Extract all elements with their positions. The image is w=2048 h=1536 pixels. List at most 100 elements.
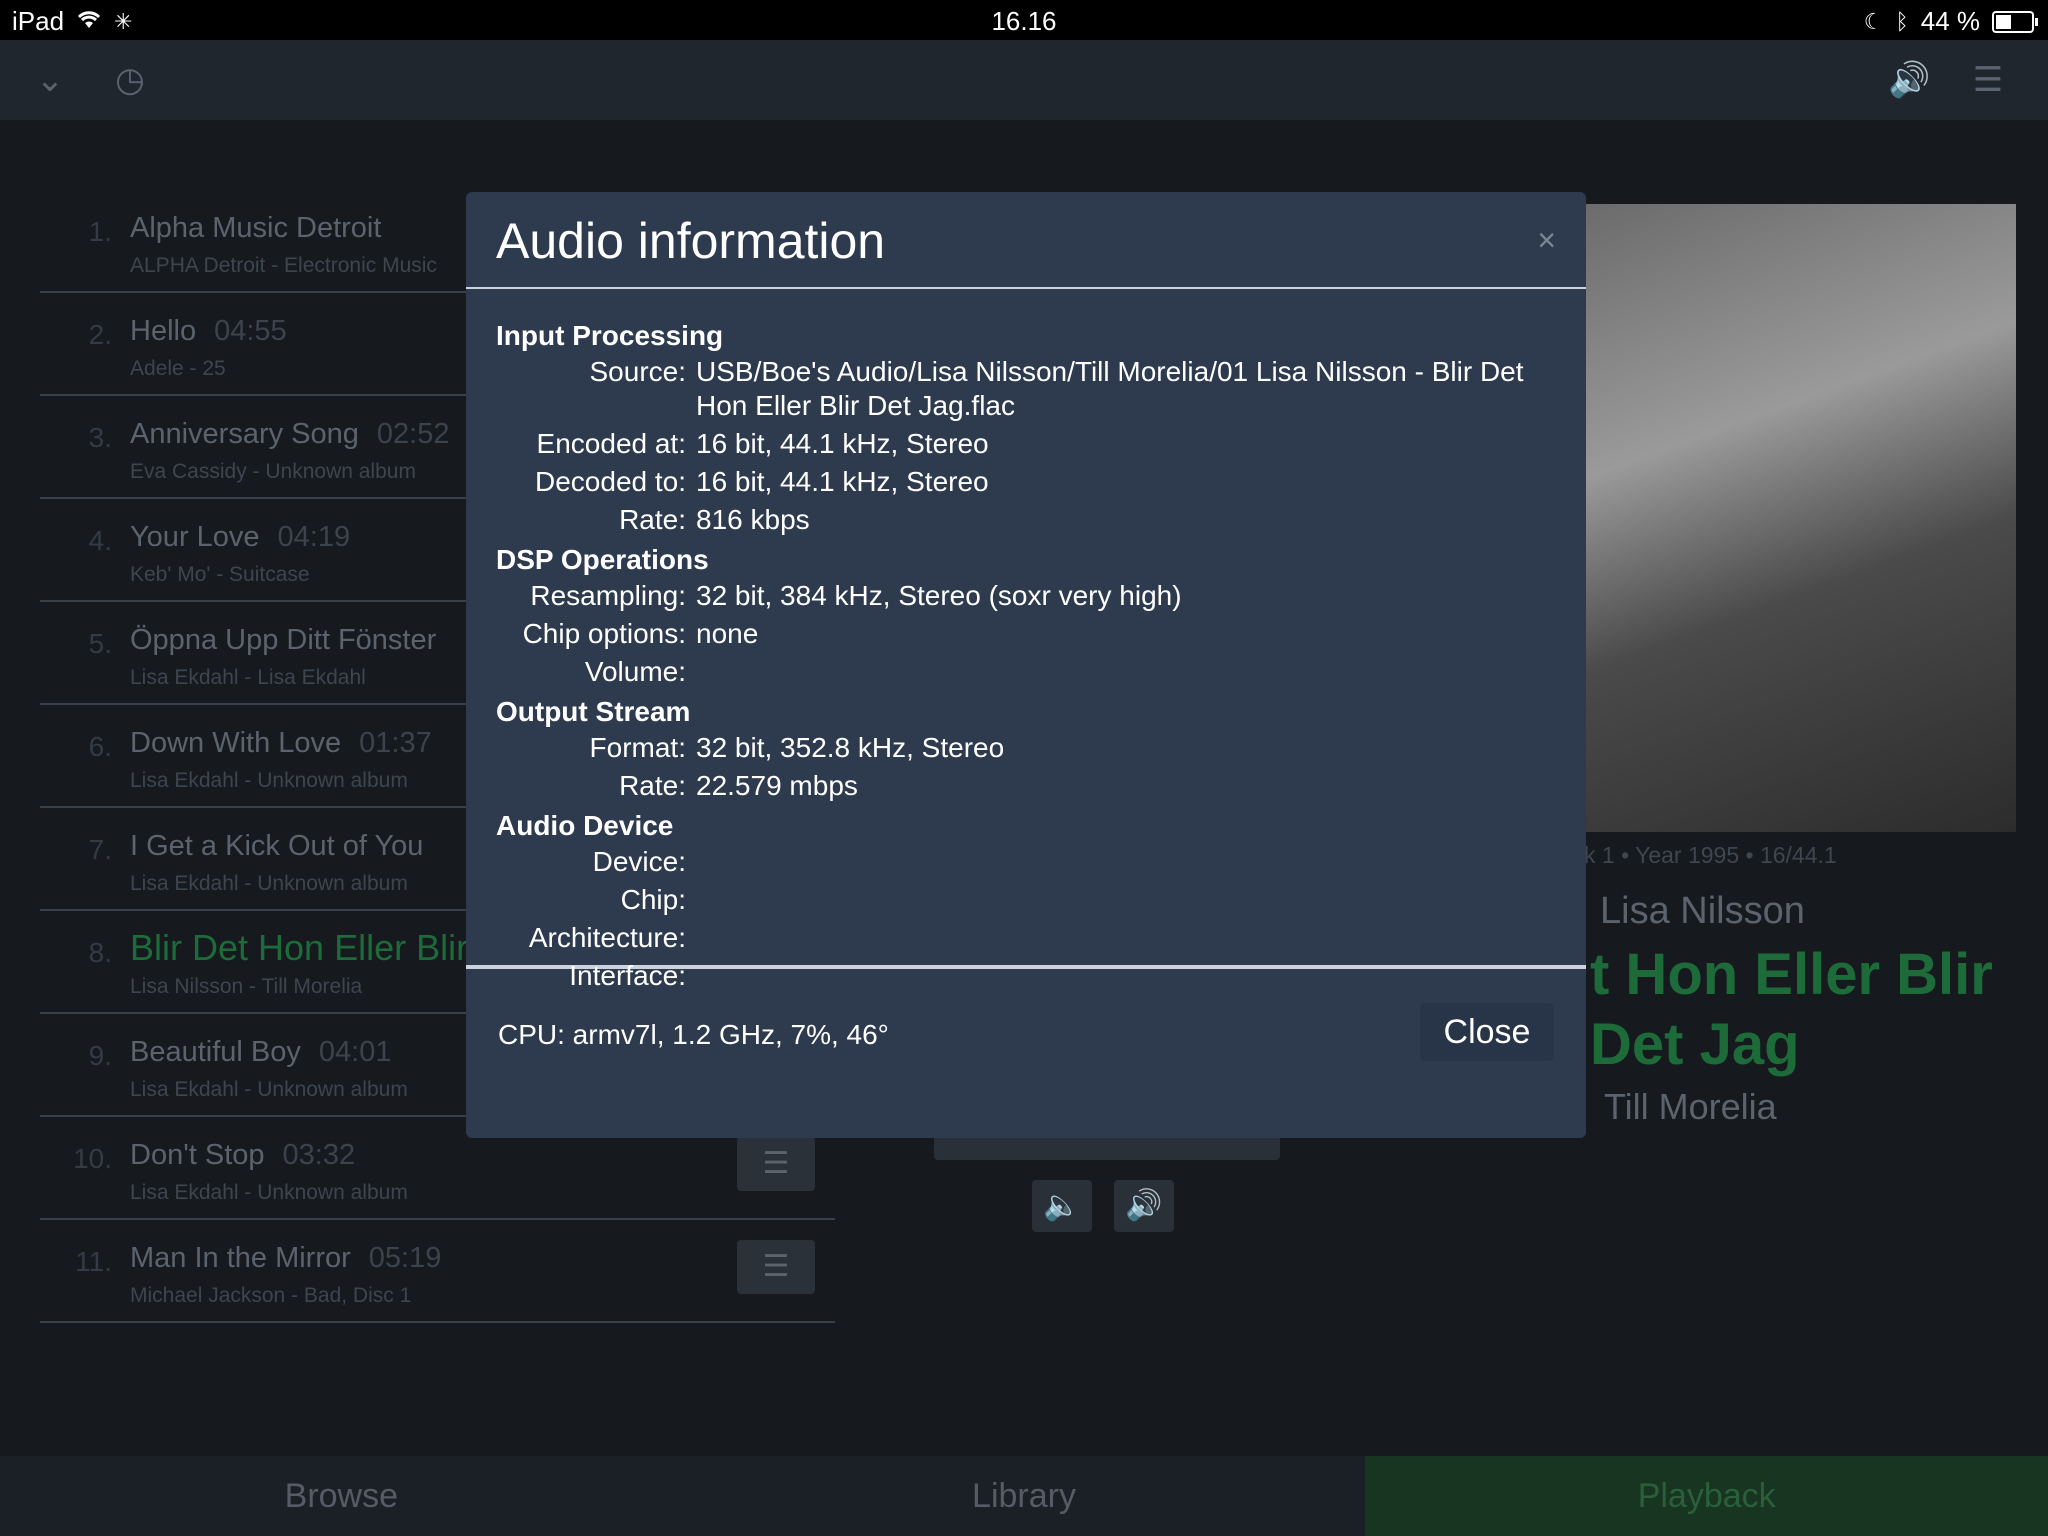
- dialog-footer: CPU: armv7l, 1.2 GHz, 7%, 46° Close: [466, 969, 1586, 1129]
- track-meta: k 1 • Year 1995 • 16/44.1: [1584, 842, 1837, 868]
- track-subtitle: Lisa Ekdahl - Lisa Ekdahl: [130, 666, 366, 689]
- architecture-value: [696, 921, 1556, 955]
- output-rate-row: Rate: 22.579 mbps: [496, 769, 1556, 803]
- chevron-down-icon[interactable]: ⌄: [30, 60, 70, 100]
- cpu-info: CPU: armv7l, 1.2 GHz, 7%, 46°: [498, 1019, 889, 1050]
- track-title-text: Beautiful Boy: [130, 1036, 301, 1068]
- encoded-row: Encoded at: 16 bit, 44.1 kHz, Stereo: [496, 427, 1556, 461]
- moon-icon: ☾: [1863, 8, 1884, 34]
- track-title: Alpha Music Detroit: [130, 212, 399, 245]
- track-duration: 03:32: [282, 1139, 356, 1171]
- clock: 16.16: [991, 6, 1057, 36]
- source-row: Source: USB/Boe's Audio/Lisa Nilsson/Til…: [496, 355, 1556, 423]
- chip-options-row: Chip options: none: [496, 617, 1556, 651]
- track-subtitle: Michael Jackson - Bad, Disc 1: [130, 1284, 412, 1307]
- track-number: 10.: [73, 1143, 112, 1174]
- chip-options-value: none: [696, 618, 759, 649]
- input-rate-row: Rate: 816 kbps: [496, 503, 1556, 537]
- track-number: 11.: [75, 1246, 112, 1277]
- source-value: USB/Boe's Audio/Lisa Nilsson/Till Moreli…: [696, 355, 1556, 423]
- track-number: 6.: [88, 731, 112, 762]
- history-icon[interactable]: ◷: [110, 60, 150, 100]
- track-title: I Get a Kick Out of You: [130, 830, 441, 863]
- track-subtitle: Lisa Ekdahl - Unknown album: [130, 872, 408, 895]
- track-title: Don't Stop 03:32: [130, 1139, 355, 1172]
- track-title-text: Hello: [130, 315, 197, 347]
- menu-icon[interactable]: ☰: [1968, 60, 2008, 100]
- track-title-text: Öppna Upp Ditt Fönster: [130, 624, 437, 656]
- format-row: Format: 32 bit, 352.8 kHz, Stereo: [496, 731, 1556, 765]
- section-heading: Audio Device: [496, 810, 674, 841]
- section-heading: Output Stream: [496, 696, 691, 727]
- track-title-text: Your Love: [130, 521, 260, 553]
- row-menu-button[interactable]: ☰: [737, 1137, 815, 1191]
- track-title-text: I Get a Kick Out of You: [130, 830, 424, 862]
- section-heading: Input Processing: [496, 320, 724, 351]
- tab-library[interactable]: Library: [682, 1456, 1366, 1536]
- volume-down-button[interactable]: 🔈: [1032, 1180, 1092, 1232]
- row-menu-button[interactable]: ☰: [737, 1240, 815, 1294]
- chip-row: Chip:: [496, 883, 1556, 917]
- track-number: 4.: [88, 525, 112, 556]
- track-title-text: Down With Love: [130, 727, 342, 759]
- bottom-tabs: Browse Library Playback: [0, 1456, 2048, 1536]
- architecture-label: Architecture:: [528, 922, 686, 953]
- track-title: Down With Love 01:37: [130, 727, 432, 760]
- format-label: Format:: [589, 732, 686, 763]
- now-playing-title-line-1: t Hon Eller Blir: [1590, 942, 1993, 1007]
- track-subtitle: Adele - 25: [130, 357, 226, 380]
- decoded-label: Decoded to:: [535, 466, 686, 497]
- status-bar: iPad ✳ 16.16 ☾ ᛒ 44 %: [0, 0, 2048, 40]
- track-subtitle: Eva Cassidy - Unknown album: [130, 460, 416, 483]
- queue-row[interactable]: 11. Man In the Mirror 05:19 Michael Jackson…: [40, 1220, 835, 1323]
- chip-label: Chip:: [620, 884, 686, 915]
- close-button[interactable]: Close: [1420, 1003, 1554, 1061]
- volume-up-button[interactable]: 🔊: [1114, 1180, 1174, 1232]
- dialog-title: Audio information: [496, 213, 886, 269]
- now-playing-title: t Hon Eller Blir Det Jag: [1590, 940, 2040, 1080]
- track-title: Öppna Upp Ditt Fönster: [130, 624, 454, 657]
- track-title-text: Man In the Mirror: [130, 1242, 351, 1274]
- track-title: Beautiful Boy 04:01: [130, 1036, 391, 1069]
- input-rate-label: Rate:: [619, 504, 686, 535]
- track-title: Hello 04:55: [130, 315, 287, 348]
- close-icon[interactable]: ×: [1537, 222, 1556, 259]
- now-playing-artist: Lisa Nilsson: [1600, 890, 1805, 932]
- device-row: Device:: [496, 845, 1556, 879]
- section-heading: DSP Operations: [496, 544, 709, 575]
- track-number: 7.: [88, 834, 112, 865]
- volume-icon[interactable]: 🔊: [1888, 60, 1930, 100]
- track-number: 1.: [88, 216, 112, 247]
- source-value-line-2: Hon Eller Blir Det Jag.flac: [696, 390, 1016, 421]
- tab-browse[interactable]: Browse: [0, 1456, 683, 1536]
- track-duration: 04:01: [318, 1036, 392, 1068]
- tab-playback[interactable]: Playback: [1365, 1456, 2048, 1536]
- resampling-label: Resampling:: [530, 580, 686, 611]
- track-subtitle: Lisa Ekdahl - Unknown album: [130, 1078, 408, 1101]
- track-subtitle: ALPHA Detroit - Electronic Music: [130, 254, 437, 277]
- track-number: 8.: [88, 937, 112, 968]
- track-subtitle: Keb' Mo' - Suitcase: [130, 563, 310, 586]
- track-subtitle: Lisa Ekdahl - Unknown album: [130, 769, 408, 792]
- track-number: 2.: [88, 319, 112, 350]
- top-toolbar: ⌄ ◷ 🔊 ☰: [0, 40, 2048, 120]
- chip-options-label: Chip options:: [522, 618, 686, 649]
- output-rate-label: Rate:: [619, 770, 686, 801]
- track-subtitle: Lisa Nilsson - Till Morelia: [130, 975, 363, 998]
- encoded-label: Encoded at:: [536, 428, 686, 459]
- source-value-line-1: USB/Boe's Audio/Lisa Nilsson/Till Moreli…: [696, 356, 1524, 387]
- track-duration: 04:55: [214, 315, 287, 347]
- track-title: Blir Det Hon Eller Blir: [130, 927, 486, 969]
- resampling-value: 32 bit, 384 kHz, Stereo (soxr very high): [696, 580, 1182, 611]
- now-playing-album: Till Morelia: [1604, 1086, 1777, 1127]
- track-title-text: Alpha Music Detroit: [130, 212, 382, 244]
- device-value: [696, 845, 1556, 879]
- battery-icon: [1992, 10, 2038, 33]
- source-label: Source:: [589, 356, 687, 387]
- track-duration: 05:19: [368, 1242, 442, 1274]
- track-subtitle: Lisa Ekdahl - Unknown album: [130, 1181, 408, 1204]
- input-rate-value: 816 kbps: [696, 504, 810, 535]
- dialog-body: Input Processing Source: USB/Boe's Audio…: [466, 289, 1586, 991]
- track-title-text: Blir Det Hon Eller Blir: [130, 927, 469, 968]
- track-title-text: Anniversary Song: [130, 418, 359, 450]
